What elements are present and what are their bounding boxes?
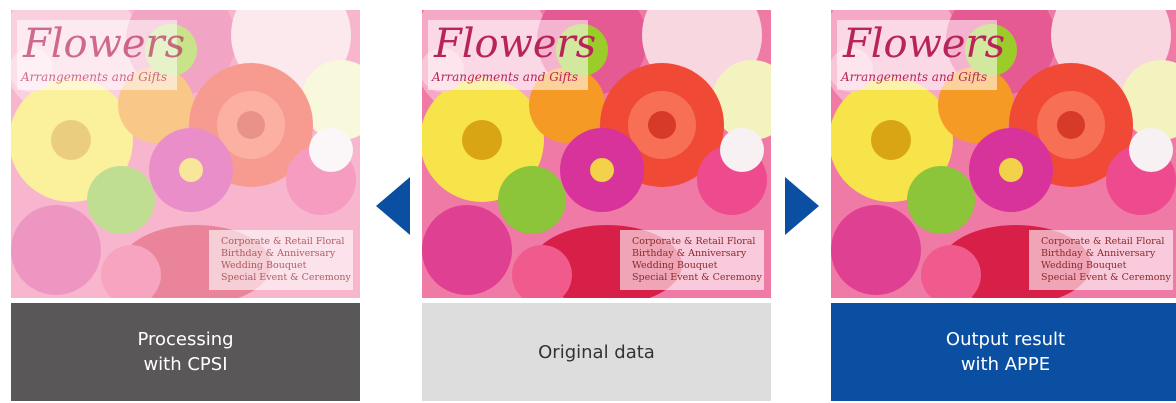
service-item: Birthday & Anniversary: [632, 248, 747, 259]
triangle-left-icon: [376, 177, 410, 235]
flyer-title: Flowers: [843, 21, 1006, 67]
service-item: Wedding Bouquet: [632, 260, 718, 271]
service-item: Special Event & Ceremony: [632, 272, 762, 283]
flyer-subtitle: Arrangements and Gifts: [21, 70, 168, 84]
caption-line: Original data: [538, 341, 655, 363]
service-item: Corporate & Retail Floral: [221, 236, 345, 247]
caption-line: Output result: [945, 329, 1066, 350]
original-panel: Flowers Arrangements and Gifts Corporate…: [422, 10, 771, 401]
service-item: Birthday & Anniversary: [221, 248, 336, 259]
service-item: Special Event & Ceremony: [1041, 272, 1171, 283]
original-caption: Original data: [422, 303, 771, 401]
flyer-subtitle: Arrangements and Gifts: [841, 70, 988, 84]
appe-flyer-image: Flowers Arrangements and Gifts Corporate…: [831, 10, 1176, 298]
services-list: Corporate & Retail Floral Birthday & Ann…: [221, 236, 351, 284]
appe-panel: Flowers Arrangements and Gifts Corporate…: [831, 10, 1176, 401]
triangle-right-icon: [785, 177, 819, 235]
flyer-title: Flowers: [434, 21, 597, 67]
service-item: Wedding Bouquet: [221, 260, 307, 271]
service-item: Corporate & Retail Floral: [1041, 236, 1165, 247]
flyer-subtitle: Arrangements and Gifts: [432, 70, 579, 84]
cpsi-flyer-image: Flowers Arrangements and Gifts Corporate…: [11, 10, 360, 298]
services-list: Corporate & Retail Floral Birthday & Ann…: [1041, 236, 1171, 284]
appe-caption: Output result with APPE: [831, 303, 1176, 401]
original-flyer-image: Flowers Arrangements and Gifts Corporate…: [422, 10, 771, 298]
services-list: Corporate & Retail Floral Birthday & Ann…: [632, 236, 762, 284]
service-item: Special Event & Ceremony: [221, 272, 351, 283]
caption-line: with CPSI: [143, 354, 228, 375]
cpsi-caption: Processing with CPSI: [11, 303, 360, 401]
flyer-title: Flowers: [23, 21, 186, 67]
service-item: Birthday & Anniversary: [1041, 248, 1156, 259]
caption-line: with APPE: [960, 354, 1051, 375]
service-item: Corporate & Retail Floral: [632, 236, 756, 247]
caption-line: Processing: [137, 329, 234, 350]
service-item: Wedding Bouquet: [1041, 260, 1127, 271]
cpsi-panel: Flowers Arrangements and Gifts Corporate…: [11, 10, 360, 401]
